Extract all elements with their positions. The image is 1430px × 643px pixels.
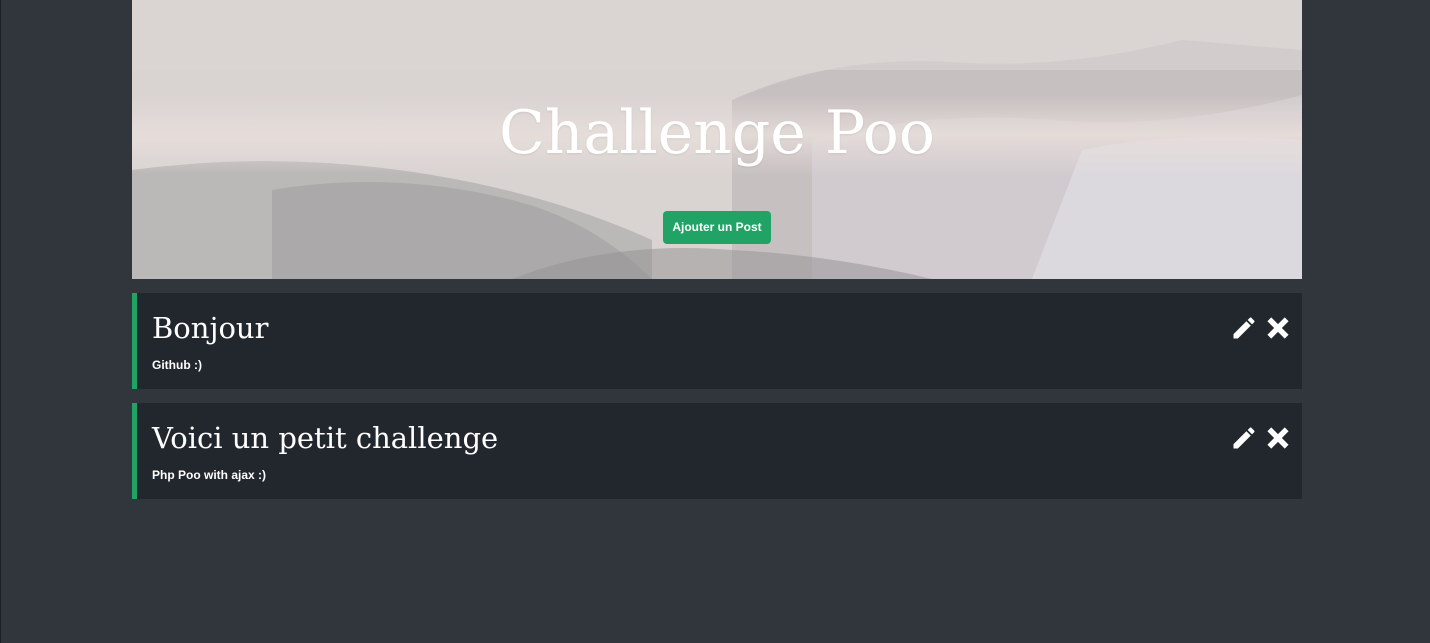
pencil-icon[interactable]: [1230, 423, 1258, 453]
close-icon[interactable]: [1264, 313, 1292, 343]
post-title: Bonjour: [152, 311, 269, 345]
main-container: Challenge Poo Ajouter un Post Bonjour Gi…: [132, 0, 1302, 499]
post-actions: [1230, 423, 1292, 453]
post-body: Php Poo with ajax :): [152, 468, 267, 482]
post-card: Bonjour Github :): [132, 293, 1302, 389]
pencil-icon[interactable]: [1230, 313, 1258, 343]
close-icon[interactable]: [1264, 423, 1292, 453]
post-title: Voici un petit challenge: [152, 421, 499, 455]
page-title: Challenge Poo: [498, 98, 936, 169]
post-body: Github :): [152, 358, 202, 372]
page: Challenge Poo Ajouter un Post Bonjour Gi…: [0, 0, 1430, 643]
post-actions: [1230, 313, 1292, 343]
post-card: Voici un petit challenge Php Poo with aj…: [132, 403, 1302, 499]
hero-banner: Challenge Poo Ajouter un Post: [132, 0, 1302, 279]
add-post-button[interactable]: Ajouter un Post: [663, 211, 771, 244]
